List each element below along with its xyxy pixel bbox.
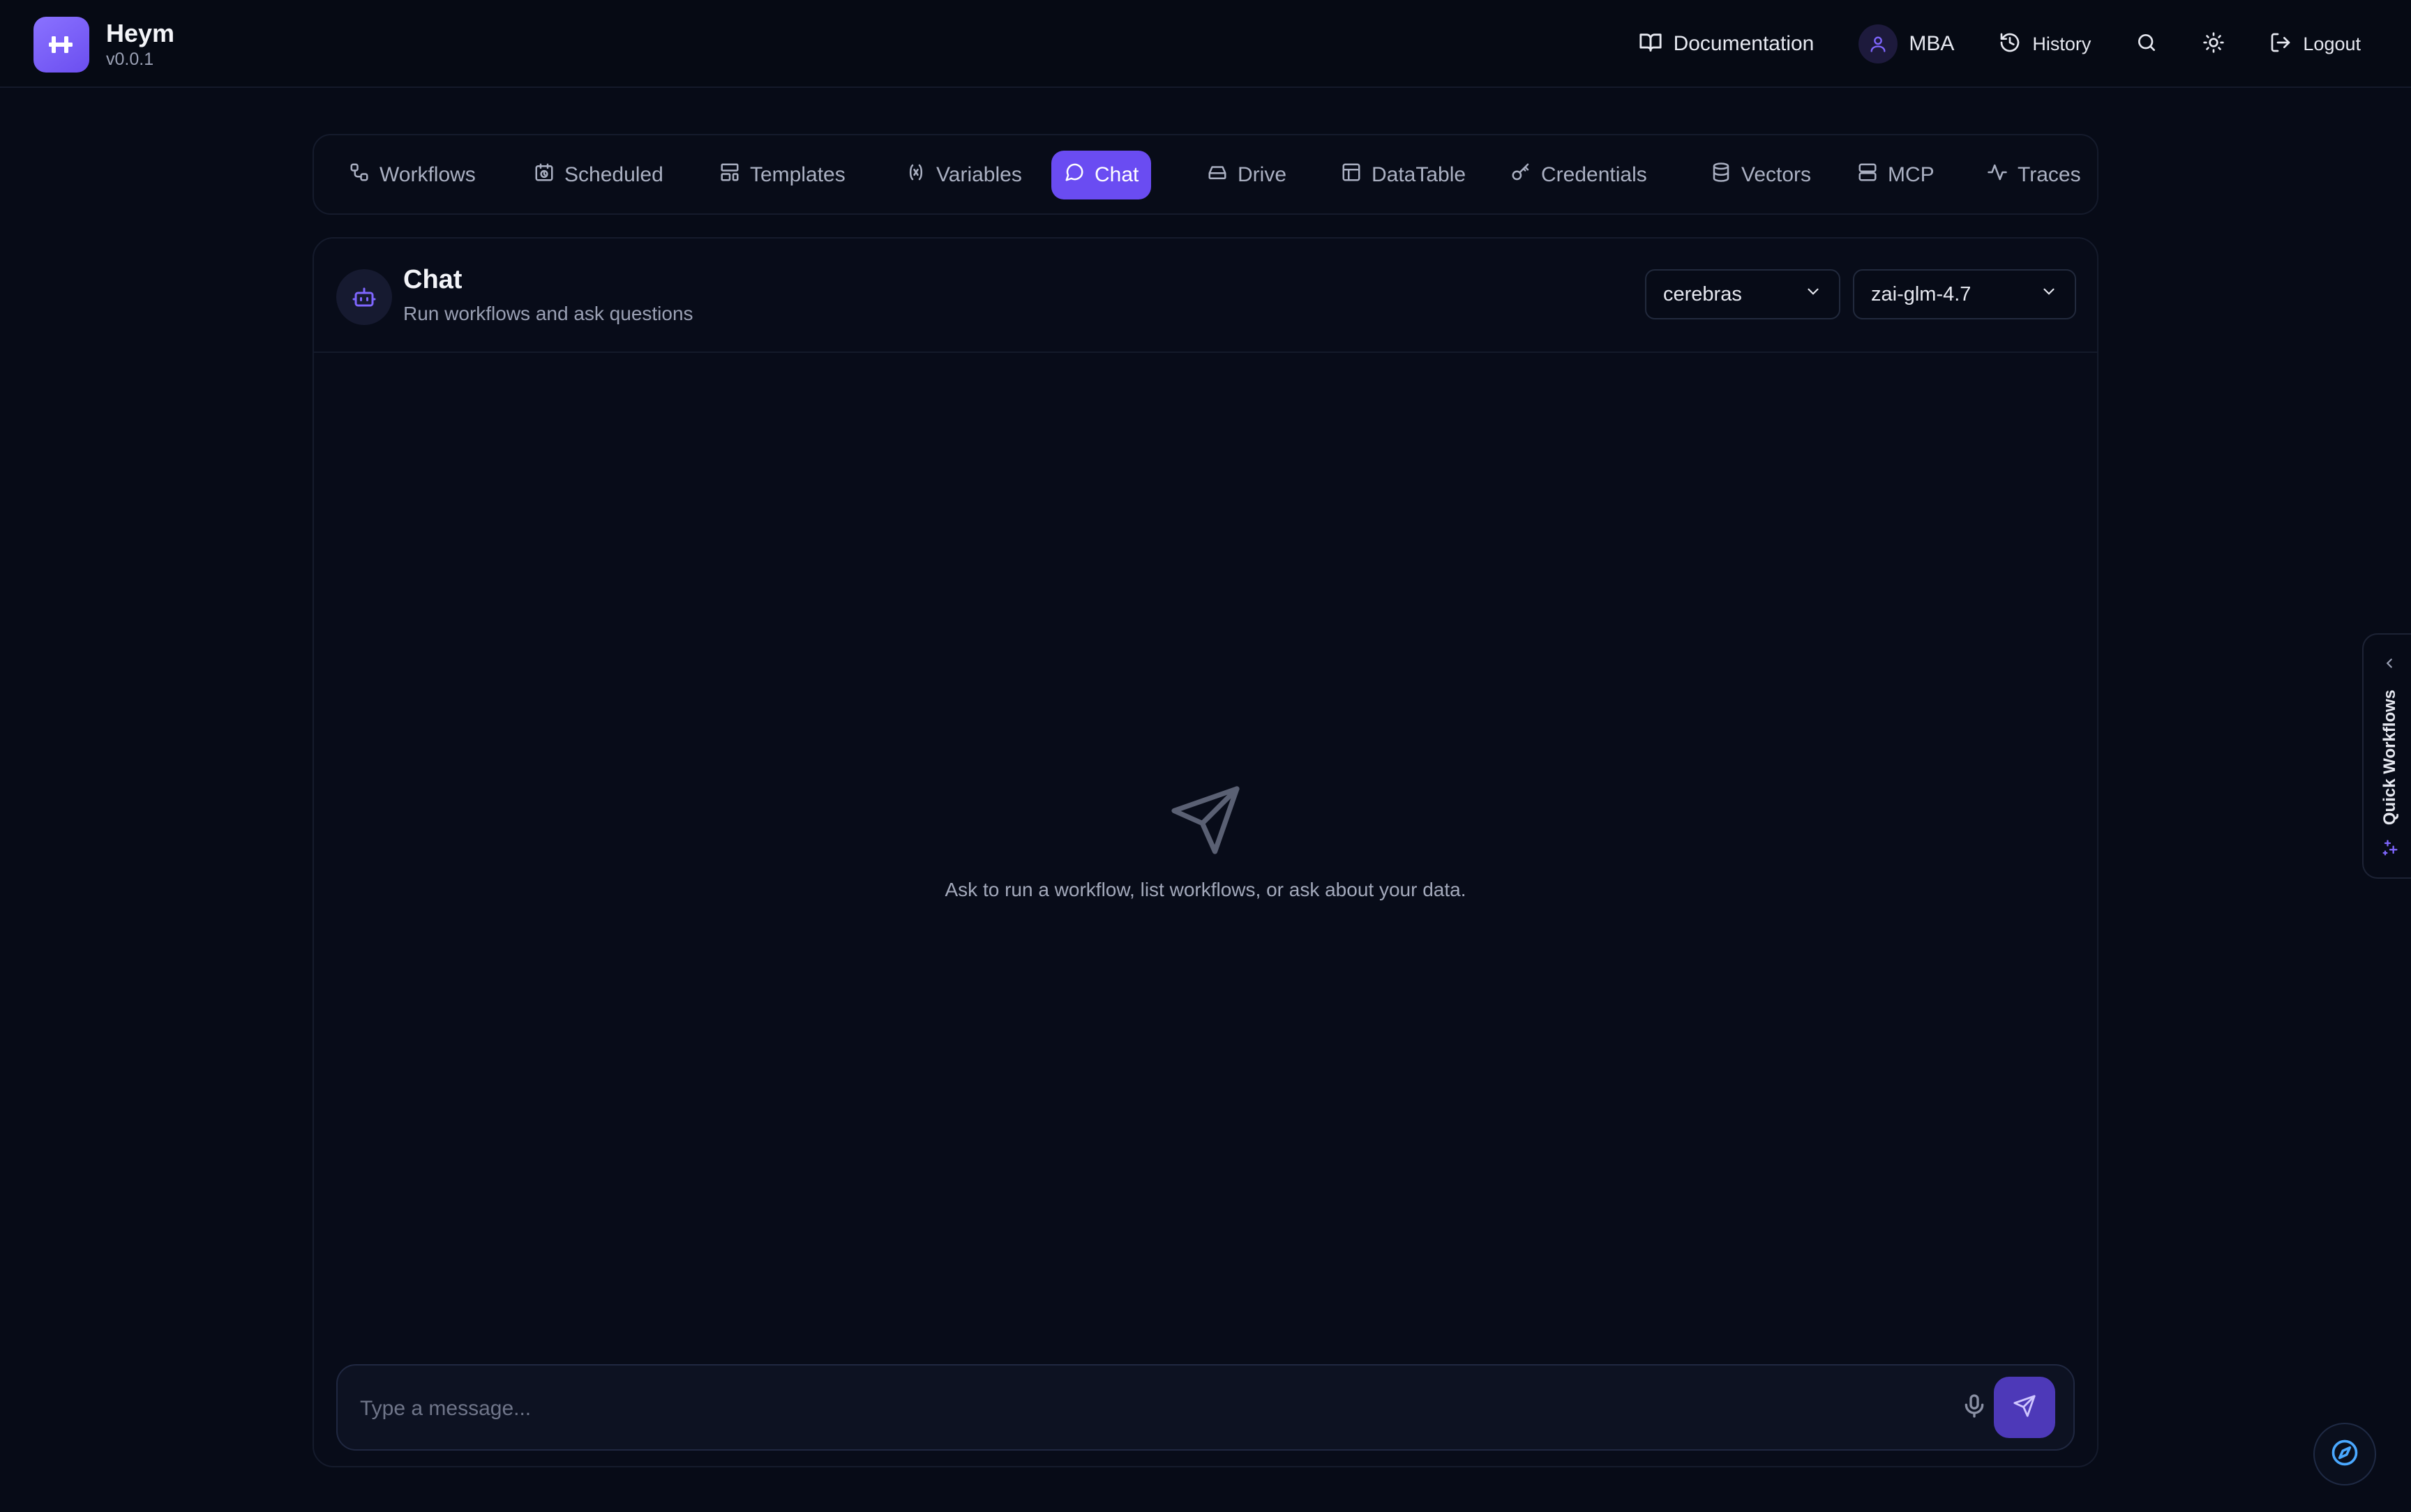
tab-credentials[interactable]: Credentials: [1498, 151, 1660, 199]
tab-label: Templates: [750, 163, 846, 186]
app-name: Heym: [106, 19, 175, 47]
sparkles-icon: [2380, 838, 2400, 861]
model-select[interactable]: zai-glm-4.7: [1853, 269, 2076, 319]
bot-icon: [336, 269, 392, 325]
tab-label: MCP: [1888, 163, 1935, 186]
tab-label: Vectors: [1741, 163, 1812, 186]
provider-value: cerebras: [1663, 282, 1742, 305]
history-button[interactable]: History: [1999, 31, 2091, 57]
activity-icon: [1987, 162, 2008, 188]
microphone-icon[interactable]: [1960, 1392, 1988, 1423]
documentation-label: Documentation: [1673, 32, 1815, 55]
compass-icon: [2329, 1437, 2360, 1472]
tab-label: Drive: [1238, 163, 1287, 186]
theme-toggle-button[interactable]: [2202, 31, 2225, 57]
send-icon: [1168, 783, 1243, 861]
log-out-icon: [2269, 31, 2292, 57]
quick-workflows-label: Quick Workflows: [2380, 689, 2399, 826]
hard-drive-icon: [1207, 162, 1228, 188]
user-icon: [1858, 24, 1898, 63]
workflow-icon: [349, 162, 370, 188]
user-menu[interactable]: MBA: [1858, 24, 1954, 63]
layout-template-icon: [719, 162, 740, 188]
model-value: zai-glm-4.7: [1871, 282, 1971, 305]
tab-label: Variables: [936, 163, 1022, 186]
tab-label: Scheduled: [564, 163, 663, 186]
logout-label: Logout: [2303, 33, 2361, 54]
empty-state-text: Ask to run a workflow, list workflows, o…: [945, 879, 1466, 900]
chevron-down-icon: [1804, 282, 1822, 306]
tab-label: Credentials: [1541, 163, 1647, 186]
tab-vectors[interactable]: Vectors: [1698, 151, 1824, 199]
send-icon: [2013, 1394, 2036, 1421]
tab-label: DataTable: [1372, 163, 1466, 186]
user-name: MBA: [1909, 32, 1955, 55]
send-button[interactable]: [1994, 1377, 2055, 1438]
chat-subtitle: Run workflows and ask questions: [403, 303, 693, 324]
message-composer: [336, 1364, 2075, 1451]
tab-traces[interactable]: Traces: [1974, 151, 2094, 199]
tab-label: Traces: [2018, 163, 2081, 186]
provider-select[interactable]: cerebras: [1645, 269, 1840, 319]
tab-templates[interactable]: Templates: [707, 151, 858, 199]
sun-icon: [2202, 31, 2225, 57]
calendar-clock-icon: [534, 162, 555, 188]
chat-title: Chat: [403, 265, 463, 294]
documentation-link[interactable]: Documentation: [1639, 31, 1815, 58]
top-nav: Documentation MBA History Logout: [1594, 21, 2361, 67]
variable-icon: [906, 162, 926, 188]
chevron-left-icon: [2382, 656, 2397, 674]
tab-mcp[interactable]: MCP: [1845, 151, 1947, 199]
brand[interactable]: Heym v0.0.1: [33, 17, 174, 73]
app-root: Heym v0.0.1 Documentation MBA History Lo…: [0, 0, 2411, 1512]
database-icon: [1711, 162, 1732, 188]
search-icon: [2135, 31, 2158, 57]
chat-panel: Chat Run workflows and ask questions cer…: [313, 237, 2098, 1467]
history-label: History: [2032, 33, 2091, 54]
quick-workflows-tab[interactable]: Quick Workflows: [2362, 633, 2411, 879]
server-icon: [1857, 162, 1878, 188]
heym-logo-icon: [33, 17, 89, 73]
tab-scheduled[interactable]: Scheduled: [521, 151, 676, 199]
tab-workflows[interactable]: Workflows: [336, 151, 488, 199]
message-input[interactable]: [359, 1386, 1963, 1431]
book-open-icon: [1639, 31, 1662, 58]
search-button[interactable]: [2135, 31, 2158, 57]
tab-variables[interactable]: Variables: [893, 151, 1035, 199]
tab-drive[interactable]: Drive: [1194, 151, 1299, 199]
logout-button[interactable]: Logout: [2269, 31, 2361, 57]
table-icon: [1341, 162, 1362, 188]
key-icon: [1510, 162, 1531, 188]
top-bar: Heym v0.0.1 Documentation MBA History Lo…: [0, 0, 2411, 88]
tab-label: Workflows: [380, 163, 476, 186]
tab-chat[interactable]: Chat: [1051, 151, 1152, 199]
chevron-down-icon: [2040, 282, 2058, 306]
message-circle-icon: [1064, 162, 1085, 188]
chat-header: Chat Run workflows and ask questions cer…: [314, 239, 2097, 353]
tab-label: Chat: [1095, 163, 1139, 186]
main-tab-bar: Workflows Scheduled Templates Variables …: [313, 134, 2098, 215]
guide-button[interactable]: [2313, 1423, 2376, 1485]
app-version: v0.0.1: [106, 50, 154, 69]
tab-datatable[interactable]: DataTable: [1328, 151, 1478, 199]
history-icon: [1999, 31, 2021, 57]
